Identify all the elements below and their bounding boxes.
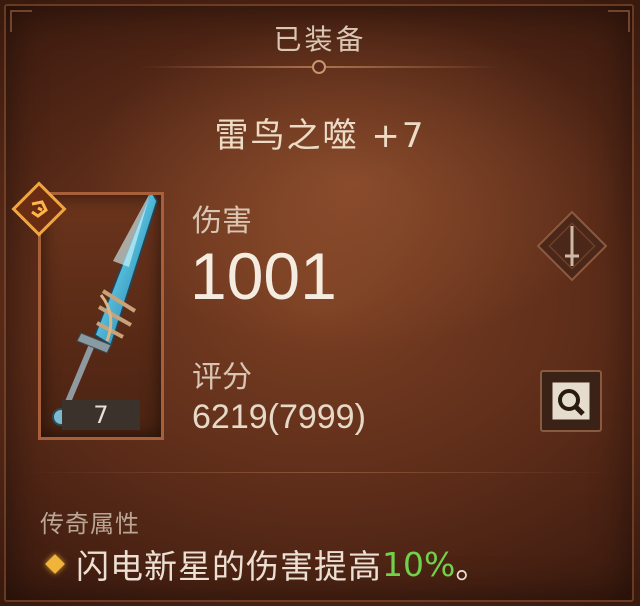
damage-value: 1001	[190, 239, 337, 313]
inspect-button[interactable]	[540, 370, 602, 432]
damage-label: 伤害	[192, 204, 252, 239]
bullet-diamond-icon	[45, 554, 65, 574]
affix-value: 10%	[382, 544, 456, 584]
legendary-glyph-icon	[11, 181, 67, 237]
slot-count: 7	[62, 400, 140, 430]
header-ornament-icon	[312, 60, 326, 74]
sword-icon[interactable]	[532, 206, 612, 286]
magnifier-icon	[551, 381, 591, 421]
affix-end: 。	[455, 547, 489, 586]
section-divider	[24, 472, 616, 473]
legendary-affix: 闪电新星的伤害提高 10%。	[40, 542, 488, 586]
affix-text: 闪电新星的伤害提高	[76, 547, 382, 586]
equipped-header: 已装备	[273, 23, 367, 56]
score-label: 评分	[192, 360, 252, 395]
item-name: 雷鸟之噬 +7	[214, 116, 426, 156]
score-value: 6219(7999)	[192, 398, 366, 436]
legendary-heading: 传奇属性	[40, 510, 140, 538]
